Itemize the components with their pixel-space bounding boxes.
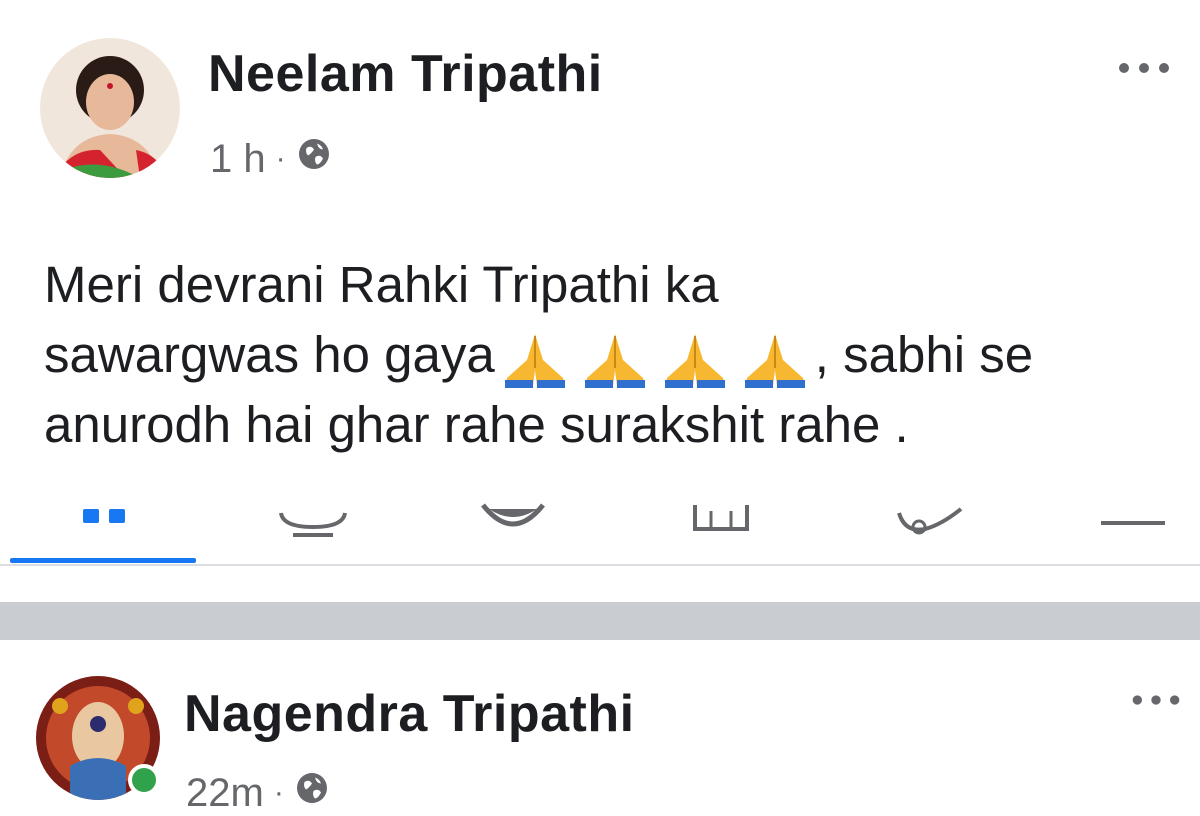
post1-avatar[interactable]: [40, 38, 180, 178]
care-icon: [693, 505, 749, 531]
haha-icon: [481, 503, 545, 527]
all-reactions-icon: [83, 509, 125, 523]
post2-more-icon[interactable]: [1128, 690, 1184, 710]
meta-separator: ·: [273, 776, 284, 809]
tab-haha[interactable]: [468, 490, 558, 550]
post2-meta: 22m ·: [186, 770, 330, 816]
post2-time[interactable]: 22m: [186, 771, 264, 816]
post1-text-line2-start: sawargwas ho gaya: [44, 326, 495, 383]
tab-divider: [0, 564, 1200, 566]
meta-separator: ·: [275, 142, 286, 175]
post2-author-name[interactable]: Nagendra Tripathi: [184, 684, 635, 744]
post1-time[interactable]: 1 h: [210, 137, 266, 182]
folded-hands-icon: [497, 330, 573, 390]
active-tab-indicator: [10, 558, 196, 563]
tab-more-reactions[interactable]: [1088, 490, 1178, 550]
post1-meta: 1 h ·: [210, 136, 332, 182]
tab-care[interactable]: [676, 490, 766, 550]
post1-more-icon[interactable]: [1114, 58, 1174, 78]
tab-wow[interactable]: [884, 490, 974, 550]
tab-all-reactions[interactable]: [60, 490, 150, 550]
online-status-indicator: [128, 764, 160, 796]
folded-hands-icon: [577, 330, 653, 390]
post1-text: Meri devrani Rahki Tripathi ka sawargwas…: [44, 250, 1184, 460]
more-reactions-icon: [1101, 521, 1165, 525]
globe-icon: [296, 136, 332, 182]
globe-icon: [294, 770, 330, 816]
post1-text-line3: anurodh hai ghar rahe surakshit rahe .: [44, 396, 909, 453]
post1-text-line2-end: , sabhi se: [814, 326, 1034, 383]
post1-author-name[interactable]: Neelam Tripathi: [208, 44, 603, 104]
folded-hands-icon: [657, 330, 733, 390]
wow-icon: [897, 507, 963, 535]
post1-text-line1: Meri devrani Rahki Tripathi ka: [44, 256, 719, 313]
tab-like[interactable]: [268, 490, 358, 550]
folded-hands-icon: [737, 330, 813, 390]
like-icon: [279, 512, 347, 537]
feed-separator: [0, 602, 1200, 640]
post1-text-line2: sawargwas ho gaya , sabhi se: [44, 320, 1184, 390]
